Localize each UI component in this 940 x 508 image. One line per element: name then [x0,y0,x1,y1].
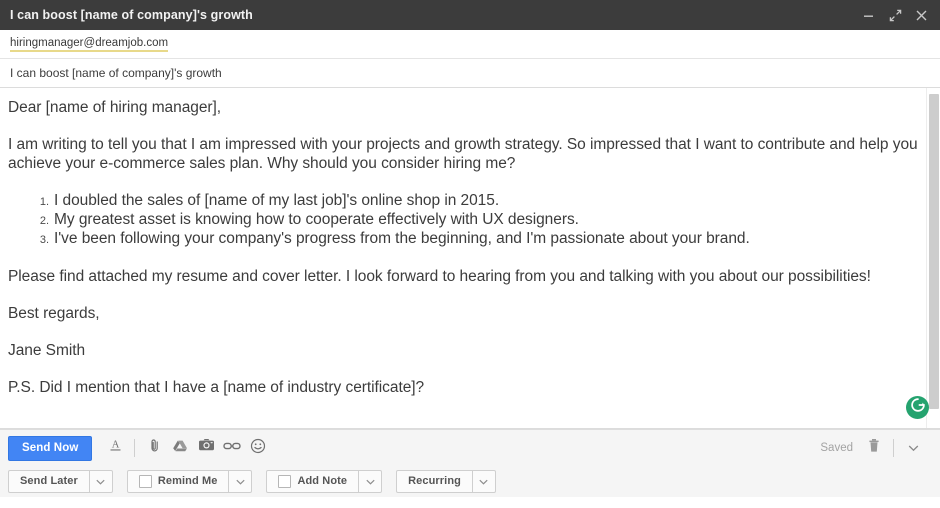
body-reasons-list: I doubled the sales of [name of my last … [8,191,920,248]
recurring-button[interactable]: Recurring [396,470,473,493]
saved-status: Saved [820,442,853,454]
toolbar-divider-right [893,439,894,457]
close-icon [915,9,928,22]
attach-file-icon [147,438,162,458]
toolbar-secondary-row: Send Later Remind Me [0,464,940,498]
chevron-down-icon [236,472,245,490]
window-controls [856,0,940,30]
recurring-dropdown[interactable] [473,470,496,493]
send-now-button[interactable]: Send Now [8,436,92,461]
discard-draft-button[interactable] [861,435,887,461]
message-body-area: Dear [name of hiring manager], I am writ… [0,88,940,429]
add-note-button[interactable]: Add Note [266,470,359,493]
insert-link-icon [223,439,241,458]
remind-me-dropdown[interactable] [229,470,252,493]
remind-me-button[interactable]: Remind Me [127,470,230,493]
recurring-group: Recurring [396,470,496,493]
insert-photo-icon [198,438,215,458]
message-body-editor[interactable]: Dear [name of hiring manager], I am writ… [8,98,920,397]
format-text-button[interactable]: A [102,435,128,461]
list-item: I've been following your company's progr… [52,229,920,248]
remind-me-label: Remind Me [158,475,218,487]
insert-emoji-icon [250,438,266,459]
list-item: I doubled the sales of [name of my last … [52,191,920,210]
google-drive-icon [172,438,188,459]
insert-link-button[interactable] [219,435,245,461]
minimize-button[interactable] [856,0,882,30]
toolbar-primary-row: Send Now A [0,430,940,464]
send-later-button[interactable]: Send Later [8,470,90,493]
body-greeting: Dear [name of hiring manager], [8,98,920,117]
add-note-checkbox[interactable] [278,475,291,488]
subject-field-row[interactable]: I can boost [name of company]'s growth [0,59,940,88]
body-closing: Please find attached my resume and cover… [8,267,920,286]
add-note-dropdown[interactable] [359,470,382,493]
shrink-arrows-icon [889,9,902,22]
body-scrollbar[interactable] [926,88,940,428]
body-intro: I am writing to tell you that I am impre… [8,135,920,173]
restore-button[interactable] [882,0,908,30]
grammarly-badge[interactable] [906,396,929,419]
remind-me-checkbox[interactable] [139,475,152,488]
send-later-group: Send Later [8,470,113,493]
window-titlebar: I can boost [name of company]'s growth [0,0,940,30]
to-field-row[interactable]: hiringmanager@dreamjob.com [0,30,940,59]
body-scrollbar-thumb[interactable] [929,94,939,409]
compose-toolbar: Send Now A [0,429,940,497]
send-later-dropdown[interactable] [90,470,113,493]
more-options-button[interactable] [900,435,926,461]
send-later-label: Send Later [20,475,78,487]
recurring-label: Recurring [408,475,461,487]
attach-file-button[interactable] [141,435,167,461]
google-drive-button[interactable] [167,435,193,461]
svg-text:A: A [112,440,120,451]
grammarly-icon [910,397,926,418]
email-compose-window: I can boost [name of company]'s growth [0,0,940,508]
body-postscript: P.S. Did I mention that I have a [name o… [8,378,920,397]
chevron-down-icon [366,472,375,490]
format-text-icon: A [108,438,123,458]
add-note-group: Add Note [266,470,382,493]
remind-me-group: Remind Me [127,470,253,493]
body-signoff: Best regards, [8,304,920,323]
chevron-down-icon [96,472,105,490]
list-item: My greatest asset is knowing how to coop… [52,210,920,229]
chevron-down-icon [908,439,919,457]
recipient-email[interactable]: hiringmanager@dreamjob.com [10,36,168,52]
insert-emoji-button[interactable] [245,435,271,461]
insert-photo-button[interactable] [193,435,219,461]
body-sender-name: Jane Smith [8,341,920,360]
toolbar-divider [134,439,135,457]
message-body-scroll: Dear [name of hiring manager], I am writ… [0,88,940,428]
subject-input[interactable]: I can boost [name of company]'s growth [10,66,222,80]
add-note-label: Add Note [297,475,347,487]
chevron-down-icon [479,472,488,490]
minimize-icon [863,9,875,21]
window-title: I can boost [name of company]'s growth [10,8,253,22]
trash-icon [867,438,881,458]
close-button[interactable] [908,0,934,30]
